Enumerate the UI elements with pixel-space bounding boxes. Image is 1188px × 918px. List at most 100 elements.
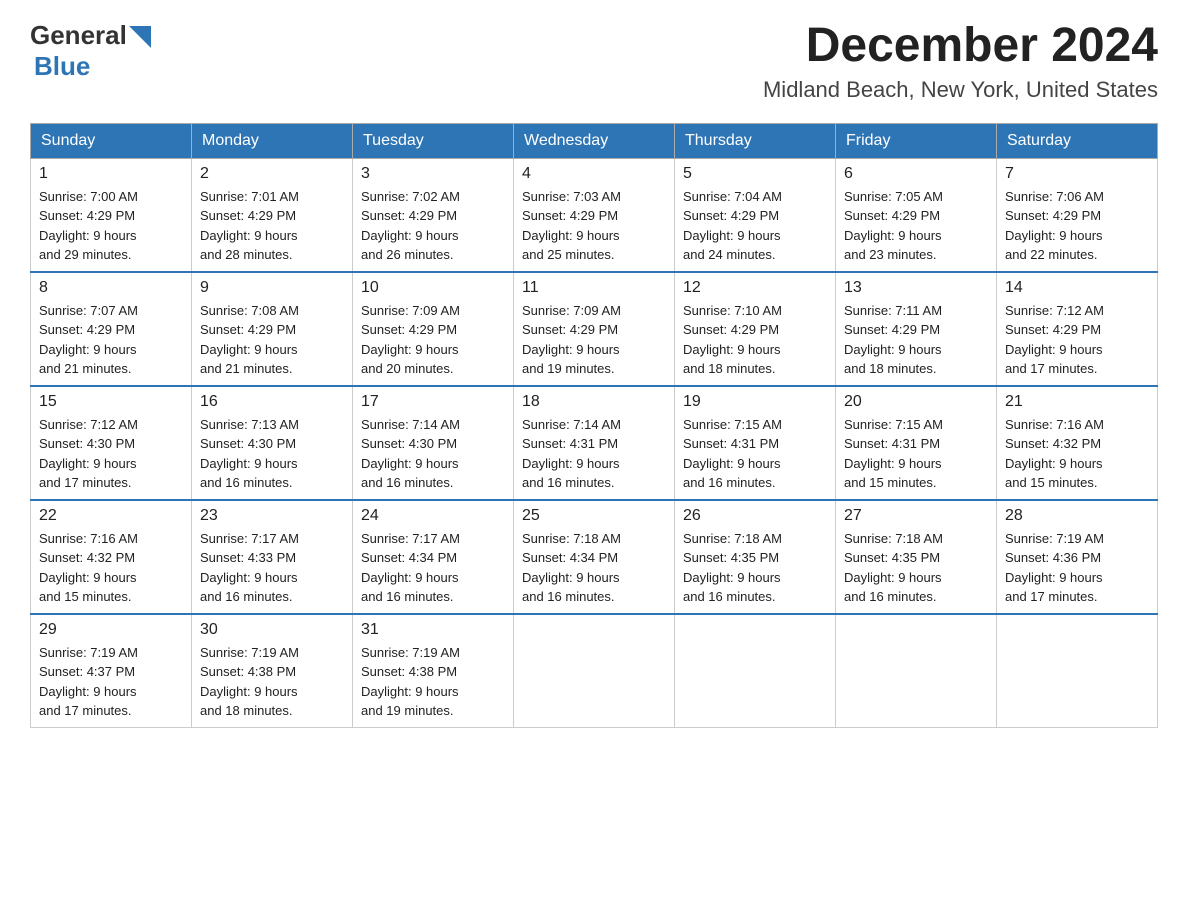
- day-info: Sunrise: 7:14 AM Sunset: 4:31 PM Dayligh…: [522, 415, 666, 493]
- day-info: Sunrise: 7:14 AM Sunset: 4:30 PM Dayligh…: [361, 415, 505, 493]
- calendar-day-cell: 20 Sunrise: 7:15 AM Sunset: 4:31 PM Dayl…: [836, 386, 997, 500]
- logo-triangle-icon: [129, 26, 151, 48]
- calendar-day-cell: 1 Sunrise: 7:00 AM Sunset: 4:29 PM Dayli…: [31, 158, 192, 272]
- calendar-day-cell: 8 Sunrise: 7:07 AM Sunset: 4:29 PM Dayli…: [31, 272, 192, 386]
- calendar-day-cell: 24 Sunrise: 7:17 AM Sunset: 4:34 PM Dayl…: [353, 500, 514, 614]
- day-number: 9: [200, 279, 344, 297]
- logo-blue: Blue: [34, 51, 90, 82]
- day-number: 22: [39, 507, 183, 525]
- day-info: Sunrise: 7:10 AM Sunset: 4:29 PM Dayligh…: [683, 301, 827, 379]
- calendar-day-cell: 29 Sunrise: 7:19 AM Sunset: 4:37 PM Dayl…: [31, 614, 192, 728]
- day-number: 10: [361, 279, 505, 297]
- day-info: Sunrise: 7:09 AM Sunset: 4:29 PM Dayligh…: [522, 301, 666, 379]
- day-info: Sunrise: 7:19 AM Sunset: 4:37 PM Dayligh…: [39, 643, 183, 721]
- calendar-day-cell: 3 Sunrise: 7:02 AM Sunset: 4:29 PM Dayli…: [353, 158, 514, 272]
- calendar-day-cell: 13 Sunrise: 7:11 AM Sunset: 4:29 PM Dayl…: [836, 272, 997, 386]
- calendar-day-cell: 27 Sunrise: 7:18 AM Sunset: 4:35 PM Dayl…: [836, 500, 997, 614]
- calendar-day-cell: 9 Sunrise: 7:08 AM Sunset: 4:29 PM Dayli…: [192, 272, 353, 386]
- day-info: Sunrise: 7:12 AM Sunset: 4:29 PM Dayligh…: [1005, 301, 1149, 379]
- day-number: 30: [200, 621, 344, 639]
- day-number: 24: [361, 507, 505, 525]
- day-info: Sunrise: 7:18 AM Sunset: 4:34 PM Dayligh…: [522, 529, 666, 607]
- weekday-header-saturday: Saturday: [997, 123, 1158, 158]
- day-info: Sunrise: 7:09 AM Sunset: 4:29 PM Dayligh…: [361, 301, 505, 379]
- day-number: 26: [683, 507, 827, 525]
- day-info: Sunrise: 7:06 AM Sunset: 4:29 PM Dayligh…: [1005, 187, 1149, 265]
- day-info: Sunrise: 7:19 AM Sunset: 4:36 PM Dayligh…: [1005, 529, 1149, 607]
- day-number: 16: [200, 393, 344, 411]
- day-number: 25: [522, 507, 666, 525]
- calendar-day-cell: 28 Sunrise: 7:19 AM Sunset: 4:36 PM Dayl…: [997, 500, 1158, 614]
- day-number: 28: [1005, 507, 1149, 525]
- calendar-day-cell: 31 Sunrise: 7:19 AM Sunset: 4:38 PM Dayl…: [353, 614, 514, 728]
- day-info: Sunrise: 7:07 AM Sunset: 4:29 PM Dayligh…: [39, 301, 183, 379]
- calendar-day-cell: 11 Sunrise: 7:09 AM Sunset: 4:29 PM Dayl…: [514, 272, 675, 386]
- calendar-day-cell: 22 Sunrise: 7:16 AM Sunset: 4:32 PM Dayl…: [31, 500, 192, 614]
- calendar-day-cell: 2 Sunrise: 7:01 AM Sunset: 4:29 PM Dayli…: [192, 158, 353, 272]
- day-number: 21: [1005, 393, 1149, 411]
- calendar-week-row: 15 Sunrise: 7:12 AM Sunset: 4:30 PM Dayl…: [31, 386, 1158, 500]
- calendar-day-cell: 17 Sunrise: 7:14 AM Sunset: 4:30 PM Dayl…: [353, 386, 514, 500]
- day-info: Sunrise: 7:02 AM Sunset: 4:29 PM Dayligh…: [361, 187, 505, 265]
- day-info: Sunrise: 7:00 AM Sunset: 4:29 PM Dayligh…: [39, 187, 183, 265]
- calendar-week-row: 29 Sunrise: 7:19 AM Sunset: 4:37 PM Dayl…: [31, 614, 1158, 728]
- calendar-week-row: 8 Sunrise: 7:07 AM Sunset: 4:29 PM Dayli…: [31, 272, 1158, 386]
- weekday-header-tuesday: Tuesday: [353, 123, 514, 158]
- day-number: 27: [844, 507, 988, 525]
- day-number: 18: [522, 393, 666, 411]
- calendar-day-cell: 5 Sunrise: 7:04 AM Sunset: 4:29 PM Dayli…: [675, 158, 836, 272]
- weekday-header-sunday: Sunday: [31, 123, 192, 158]
- location-title: Midland Beach, New York, United States: [763, 77, 1158, 103]
- calendar-day-cell: [997, 614, 1158, 728]
- day-number: 6: [844, 165, 988, 183]
- calendar-day-cell: 15 Sunrise: 7:12 AM Sunset: 4:30 PM Dayl…: [31, 386, 192, 500]
- day-number: 20: [844, 393, 988, 411]
- calendar-day-cell: 4 Sunrise: 7:03 AM Sunset: 4:29 PM Dayli…: [514, 158, 675, 272]
- calendar-day-cell: [514, 614, 675, 728]
- day-number: 8: [39, 279, 183, 297]
- calendar-day-cell: 12 Sunrise: 7:10 AM Sunset: 4:29 PM Dayl…: [675, 272, 836, 386]
- day-number: 4: [522, 165, 666, 183]
- day-number: 7: [1005, 165, 1149, 183]
- calendar-day-cell: 16 Sunrise: 7:13 AM Sunset: 4:30 PM Dayl…: [192, 386, 353, 500]
- day-number: 11: [522, 279, 666, 297]
- day-info: Sunrise: 7:17 AM Sunset: 4:34 PM Dayligh…: [361, 529, 505, 607]
- day-number: 2: [200, 165, 344, 183]
- calendar-day-cell: 23 Sunrise: 7:17 AM Sunset: 4:33 PM Dayl…: [192, 500, 353, 614]
- day-info: Sunrise: 7:03 AM Sunset: 4:29 PM Dayligh…: [522, 187, 666, 265]
- day-info: Sunrise: 7:15 AM Sunset: 4:31 PM Dayligh…: [844, 415, 988, 493]
- weekday-header-wednesday: Wednesday: [514, 123, 675, 158]
- day-info: Sunrise: 7:19 AM Sunset: 4:38 PM Dayligh…: [361, 643, 505, 721]
- day-info: Sunrise: 7:01 AM Sunset: 4:29 PM Dayligh…: [200, 187, 344, 265]
- weekday-header-friday: Friday: [836, 123, 997, 158]
- calendar-week-row: 22 Sunrise: 7:16 AM Sunset: 4:32 PM Dayl…: [31, 500, 1158, 614]
- weekday-header-row: SundayMondayTuesdayWednesdayThursdayFrid…: [31, 123, 1158, 158]
- calendar-day-cell: [836, 614, 997, 728]
- day-number: 14: [1005, 279, 1149, 297]
- page-header: General Blue December 2024 Midland Beach…: [30, 20, 1158, 103]
- calendar-week-row: 1 Sunrise: 7:00 AM Sunset: 4:29 PM Dayli…: [31, 158, 1158, 272]
- day-number: 31: [361, 621, 505, 639]
- day-number: 3: [361, 165, 505, 183]
- day-info: Sunrise: 7:04 AM Sunset: 4:29 PM Dayligh…: [683, 187, 827, 265]
- weekday-header-thursday: Thursday: [675, 123, 836, 158]
- day-number: 19: [683, 393, 827, 411]
- calendar-day-cell: 19 Sunrise: 7:15 AM Sunset: 4:31 PM Dayl…: [675, 386, 836, 500]
- month-title: December 2024: [763, 20, 1158, 73]
- calendar-day-cell: 26 Sunrise: 7:18 AM Sunset: 4:35 PM Dayl…: [675, 500, 836, 614]
- day-info: Sunrise: 7:12 AM Sunset: 4:30 PM Dayligh…: [39, 415, 183, 493]
- calendar-day-cell: 6 Sunrise: 7:05 AM Sunset: 4:29 PM Dayli…: [836, 158, 997, 272]
- day-number: 15: [39, 393, 183, 411]
- calendar-day-cell: [675, 614, 836, 728]
- day-info: Sunrise: 7:16 AM Sunset: 4:32 PM Dayligh…: [1005, 415, 1149, 493]
- day-number: 29: [39, 621, 183, 639]
- calendar-day-cell: 14 Sunrise: 7:12 AM Sunset: 4:29 PM Dayl…: [997, 272, 1158, 386]
- day-number: 13: [844, 279, 988, 297]
- day-number: 1: [39, 165, 183, 183]
- day-info: Sunrise: 7:17 AM Sunset: 4:33 PM Dayligh…: [200, 529, 344, 607]
- day-info: Sunrise: 7:08 AM Sunset: 4:29 PM Dayligh…: [200, 301, 344, 379]
- title-section: December 2024 Midland Beach, New York, U…: [763, 20, 1158, 103]
- day-info: Sunrise: 7:18 AM Sunset: 4:35 PM Dayligh…: [844, 529, 988, 607]
- weekday-header-monday: Monday: [192, 123, 353, 158]
- day-info: Sunrise: 7:11 AM Sunset: 4:29 PM Dayligh…: [844, 301, 988, 379]
